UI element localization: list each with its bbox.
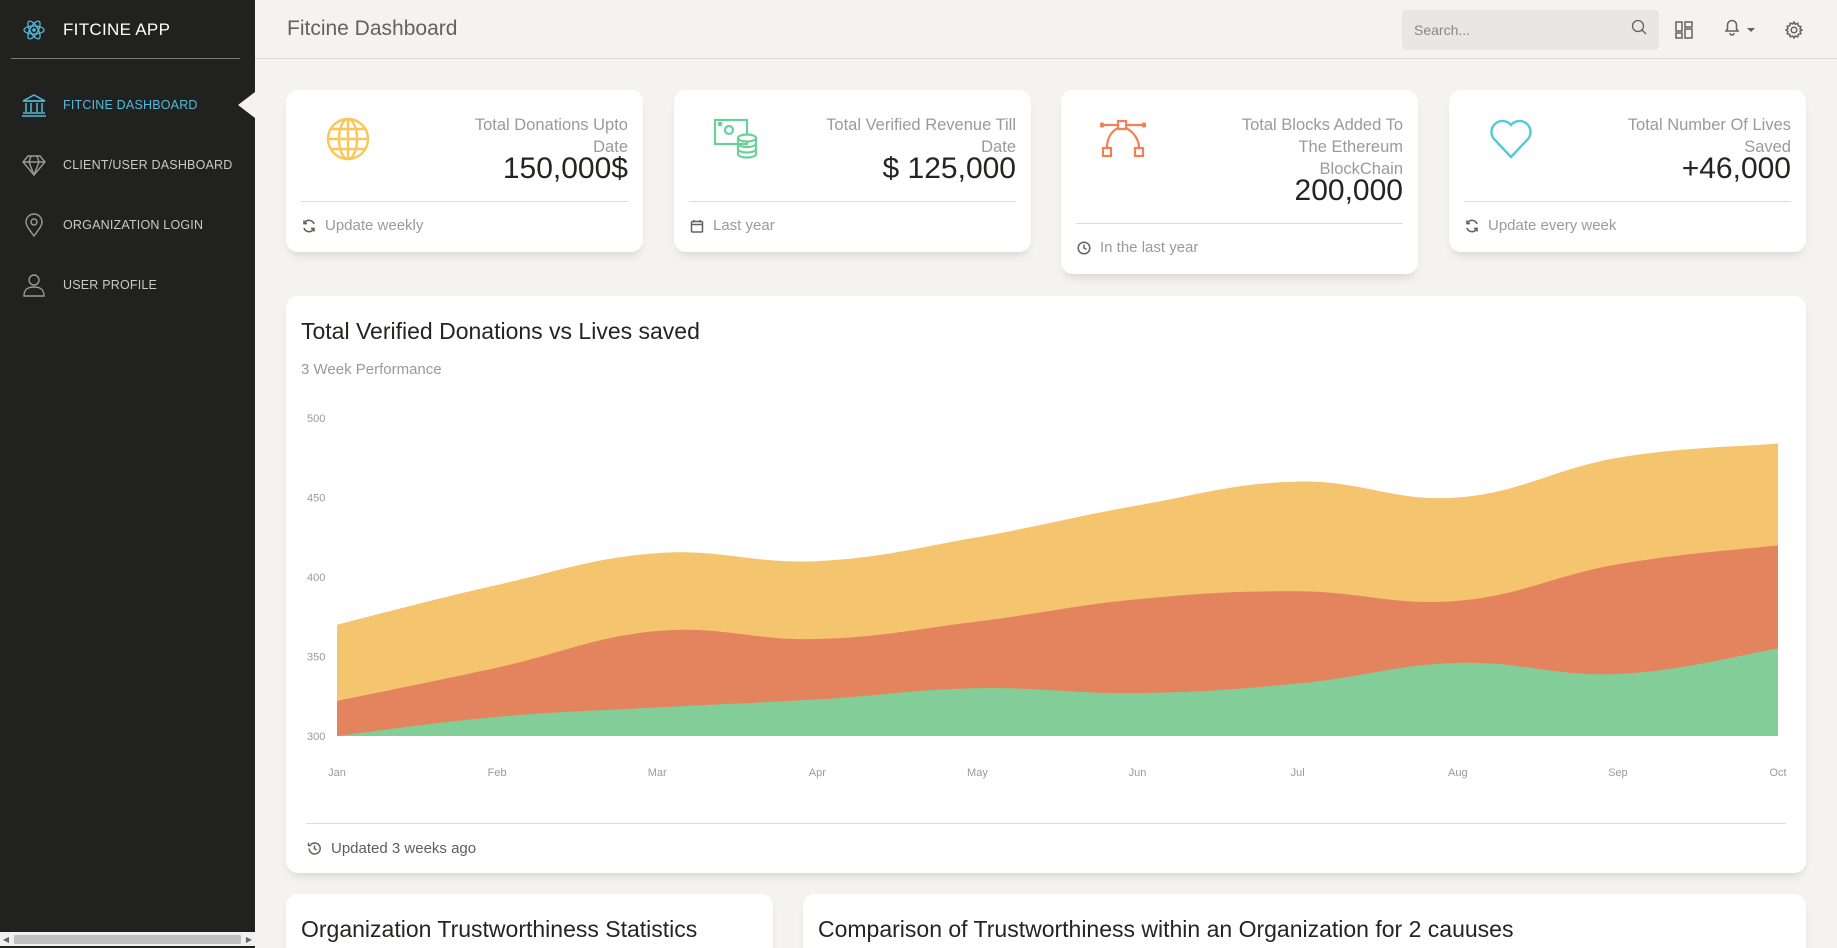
vector-curve-icon (1099, 115, 1147, 163)
notifications-dropdown[interactable] (1709, 10, 1769, 50)
trustworthiness-comparison-card: Comparison of Trustworthiness within an … (803, 894, 1806, 948)
sidebar-item-label: FITCINE DASHBOARD (63, 98, 198, 112)
scroll-right-icon[interactable]: ▶ (243, 935, 255, 944)
pin-icon (20, 211, 48, 239)
sidebar-item-organization-login[interactable]: ORGANIZATION LOGIN (0, 195, 255, 255)
x-tick-label: Jun (1129, 767, 1147, 779)
react-logo-icon (20, 16, 48, 44)
stat-value: 150,000$ (502, 152, 628, 185)
stat-label: Total Blocks Added To The Ethereum Block… (1241, 116, 1403, 178)
search-icon[interactable] (1631, 19, 1647, 40)
divider (306, 823, 1786, 824)
bank-icon (20, 91, 48, 119)
stat-value: $ 125,000 (882, 152, 1016, 185)
stat-footer: Update weekly (301, 217, 423, 234)
stat-footer: In the last year (1076, 239, 1198, 256)
sidebar-horizontal-scrollbar[interactable]: ◀ ▶ (0, 932, 255, 946)
sidebar-item-client-user-dashboard[interactable]: CLIENT/USER DASHBOARD (0, 135, 255, 195)
y-tick-label: 400 (307, 572, 325, 584)
stat-card-donations: Total Donations Upto Date 150,000$ Updat… (286, 90, 643, 252)
stat-footer-text: Last year (713, 217, 775, 234)
search-box (1402, 9, 1659, 50)
sidebar-item-user-profile[interactable]: USER PROFILE (0, 255, 255, 315)
app-name: FITCINE APP (63, 19, 171, 39)
stat-card-blocks: Total Blocks Added To The Ethereum Block… (1061, 90, 1418, 274)
x-tick-label: Jan (328, 767, 346, 779)
diamond-icon (20, 151, 48, 179)
app-logo[interactable]: FITCINE APP (0, 0, 255, 59)
refresh-icon (301, 218, 317, 234)
area-chart: 300 350 400 450 500 Jan Feb Mar Apr May Jun Jul Aug S… (307, 413, 1787, 779)
calendar-icon (689, 218, 705, 234)
chart-footer: Updated 3 weeks ago (306, 840, 476, 857)
globe-icon (324, 115, 372, 163)
stat-footer-text: In the last year (1100, 239, 1199, 256)
refresh-icon (1464, 218, 1480, 234)
scroll-left-icon[interactable]: ◀ (0, 935, 12, 944)
stat-card-lives-saved: Total Number Of Lives Saved +46,000 Upda… (1449, 90, 1806, 252)
x-tick-label: Sep (1608, 767, 1628, 779)
x-tick-label: Feb (488, 767, 507, 779)
stat-card-revenue: Total Verified Revenue Till Date $ 125,0… (674, 90, 1031, 252)
x-tick-label: Oct (1769, 767, 1786, 779)
stat-value: 200,000 (1294, 174, 1403, 207)
trustworthiness-statistics-card: Organization Trustworthiness Statistics (286, 894, 773, 948)
x-tick-label: Mar (648, 767, 667, 779)
divider (301, 201, 628, 202)
y-tick-label: 350 (307, 652, 325, 664)
chevron-down-icon (1747, 27, 1755, 32)
sidebar: FITCINE APP FITCINE DASHBOARD CLIENT/USE… (0, 0, 255, 948)
chart-card-donations-vs-lives: Total Verified Donations vs Lives saved … (286, 296, 1806, 873)
history-icon (306, 841, 322, 857)
x-tick-label: Apr (809, 767, 826, 779)
user-icon (20, 271, 48, 299)
sidebar-nav: FITCINE DASHBOARD CLIENT/USER DASHBOARD … (0, 75, 255, 315)
x-tick-label: Aug (1448, 767, 1468, 779)
bell-icon (1723, 18, 1741, 41)
stat-footer-text: Update weekly (325, 217, 424, 234)
divider (1464, 201, 1791, 202)
x-tick-label: Jul (1291, 767, 1305, 779)
divider (689, 201, 1016, 202)
sidebar-item-fitcine-dashboard[interactable]: FITCINE DASHBOARD (0, 75, 255, 135)
stat-footer-text: Update every week (1488, 217, 1617, 234)
money-coins-icon (712, 115, 760, 163)
dashboard-grid-icon[interactable] (1659, 10, 1709, 50)
stat-footer: Last year (689, 217, 775, 234)
search-input[interactable] (1414, 21, 1631, 38)
sidebar-item-label: USER PROFILE (63, 278, 158, 292)
x-tick-label: May (967, 767, 988, 779)
sidebar-item-label: ORGANIZATION LOGIN (63, 218, 204, 232)
heart-icon (1487, 115, 1535, 163)
page-title: Fitcine Dashboard (287, 17, 458, 40)
y-tick-label: 300 (307, 731, 325, 743)
card-title: Comparison of Trustworthiness within an … (818, 916, 1514, 942)
y-tick-label: 450 (307, 493, 325, 505)
top-navbar: Fitcine Dashboard (255, 0, 1837, 59)
sidebar-item-label: CLIENT/USER DASHBOARD (63, 158, 233, 172)
divider (1076, 223, 1403, 224)
card-title: Organization Trustworthiness Statistics (301, 916, 698, 942)
gear-icon[interactable] (1769, 10, 1819, 50)
stat-value: +46,000 (1681, 152, 1791, 185)
y-tick-label: 500 (307, 413, 325, 425)
scrollbar-thumb[interactable] (14, 934, 241, 944)
chart-footer-text: Updated 3 weeks ago (331, 840, 477, 857)
top-actions (1402, 0, 1837, 59)
stat-footer: Update every week (1464, 217, 1616, 234)
clock-icon (1076, 240, 1092, 256)
